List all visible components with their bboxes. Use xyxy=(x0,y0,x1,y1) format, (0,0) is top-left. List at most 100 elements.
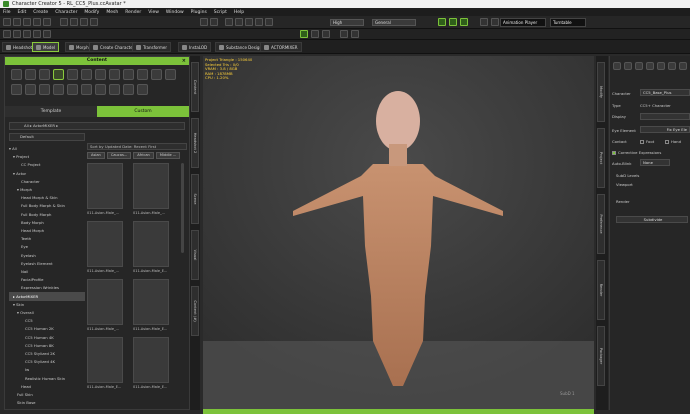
rotate-icon[interactable] xyxy=(80,18,88,26)
modify-icon-7[interactable] xyxy=(679,62,687,70)
category-icon-14[interactable] xyxy=(25,84,36,95)
toggle-icon-e[interactable] xyxy=(351,30,359,38)
hand-check-icon[interactable] xyxy=(665,140,669,144)
filter-chip[interactable]: African xyxy=(133,152,154,159)
tool-icon-a[interactable] xyxy=(3,30,11,38)
modify-icon-6[interactable] xyxy=(668,62,676,70)
category-icon-10[interactable] xyxy=(137,69,148,80)
category-icon-17[interactable] xyxy=(67,84,78,95)
tool-icon-c[interactable] xyxy=(23,30,31,38)
camera-icon[interactable] xyxy=(225,18,233,26)
vtab-project[interactable]: Project xyxy=(597,128,605,188)
foot-check-icon[interactable] xyxy=(640,140,644,144)
view-icon-4[interactable] xyxy=(480,18,488,26)
import-icon[interactable] xyxy=(33,18,41,26)
menu-window[interactable]: Window xyxy=(166,10,184,15)
model-button[interactable]: Model xyxy=(32,42,60,52)
modify-icon-4[interactable] xyxy=(646,62,654,70)
modify-icon-1[interactable] xyxy=(613,62,621,70)
actormixer-button[interactable]: ACTORMIXER xyxy=(260,42,302,52)
tab-custom[interactable]: Custom xyxy=(97,106,189,117)
view-icon-5[interactable] xyxy=(491,18,499,26)
corrective-checkbox[interactable]: Corrective Expressions xyxy=(612,150,661,155)
tool-icon-e[interactable] xyxy=(43,30,51,38)
3d-viewport[interactable] xyxy=(203,56,594,410)
modify-icon-5[interactable] xyxy=(657,62,665,70)
category-icon-11[interactable] xyxy=(151,69,162,80)
quality-dropdown[interactable]: High xyxy=(330,19,364,26)
category-icon-2[interactable] xyxy=(25,69,36,80)
select-icon[interactable] xyxy=(60,18,68,26)
category-icon-1[interactable] xyxy=(11,69,22,80)
view-icon-3[interactable] xyxy=(460,18,468,26)
category-icon-12[interactable] xyxy=(165,69,176,80)
content-thumbnail[interactable] xyxy=(133,163,169,209)
menu-mesh[interactable]: Mesh xyxy=(106,10,118,15)
menu-character[interactable]: Character xyxy=(55,10,77,15)
filter-chip[interactable]: Middle ... xyxy=(155,152,181,159)
category-icon-21[interactable] xyxy=(123,84,134,95)
filter-chip[interactable]: Caucas... xyxy=(106,152,132,159)
light-icon[interactable] xyxy=(235,18,243,26)
corrective-check-icon[interactable] xyxy=(612,151,616,155)
menu-render[interactable]: Render xyxy=(125,10,141,15)
content-scrollbar[interactable] xyxy=(181,163,184,253)
move-icon[interactable] xyxy=(70,18,78,26)
category-icon-19[interactable] xyxy=(95,84,106,95)
new-icon[interactable] xyxy=(3,18,11,26)
category-icon-3[interactable] xyxy=(39,69,50,80)
create-character-button[interactable]: Create Character xyxy=(89,42,139,52)
vtab-content-[interactable]: Content (#) xyxy=(191,286,199,336)
category-icon-22[interactable] xyxy=(137,84,148,95)
modify-icon-2[interactable] xyxy=(624,62,632,70)
menu-create[interactable]: Create xyxy=(33,10,48,15)
tab-template[interactable]: Template xyxy=(5,106,97,117)
category-icon-13[interactable] xyxy=(11,84,22,95)
category-icon-9[interactable] xyxy=(123,69,134,80)
vtab-packager[interactable]: Packager xyxy=(597,326,605,386)
redo-icon[interactable] xyxy=(210,18,218,26)
vtab-scene[interactable]: Scene xyxy=(191,174,199,224)
category-icon-8[interactable] xyxy=(109,69,120,80)
turntable-button[interactable]: Turntable xyxy=(550,18,586,27)
category-icon-4[interactable] xyxy=(53,69,64,80)
content-thumbnail[interactable] xyxy=(133,279,169,325)
menu-file[interactable]: File xyxy=(3,10,11,15)
tree-item[interactable]: Skin Base xyxy=(9,398,85,407)
category-icon-16[interactable] xyxy=(53,84,64,95)
tool-icon-b[interactable] xyxy=(13,30,21,38)
save-icon[interactable] xyxy=(23,18,31,26)
content-thumbnail[interactable] xyxy=(87,221,123,267)
grid-icon[interactable] xyxy=(245,18,253,26)
filter-chip[interactable]: Asian xyxy=(87,152,105,159)
close-icon[interactable]: × xyxy=(182,57,186,65)
vtab-visual[interactable]: Visual xyxy=(191,230,199,280)
category-icon-5[interactable] xyxy=(67,69,78,80)
modify-icon-3[interactable] xyxy=(635,62,643,70)
toggle-icon-c[interactable] xyxy=(322,30,330,38)
category-icon-6[interactable] xyxy=(81,69,92,80)
category-icon-20[interactable] xyxy=(109,84,120,95)
category-icon-15[interactable] xyxy=(39,84,50,95)
menu-modify[interactable]: Modify xyxy=(84,10,99,15)
category-icon-18[interactable] xyxy=(81,84,92,95)
vtab-content[interactable]: Content xyxy=(191,62,199,112)
view-icon-1[interactable] xyxy=(438,18,446,26)
instalod-button[interactable]: InstaLOD xyxy=(178,42,212,52)
content-thumbnail[interactable] xyxy=(87,279,123,325)
wire-icon[interactable] xyxy=(255,18,263,26)
display-dropdown[interactable] xyxy=(640,113,690,120)
vtab-headshot-2[interactable]: Headshot 2 xyxy=(191,118,199,168)
content-thumbnail[interactable] xyxy=(133,337,169,383)
sort-dropdown[interactable]: Sort by Updated Date: Recent First xyxy=(87,143,187,150)
menu-view[interactable]: View xyxy=(148,10,159,15)
undo-icon[interactable] xyxy=(200,18,208,26)
scale-icon[interactable] xyxy=(90,18,98,26)
preset-dropdown[interactable]: General xyxy=(372,19,416,26)
vtab-render[interactable]: Render xyxy=(597,260,605,320)
eye-element-button[interactable]: Fix Eye Ele xyxy=(640,126,690,133)
hand-checkbox[interactable]: Hand xyxy=(665,139,681,144)
menu-plugins[interactable]: Plugins xyxy=(191,10,207,15)
menu-edit[interactable]: Edit xyxy=(18,10,27,15)
breadcrumb[interactable]: All ▸ ActorMIXER ▸ xyxy=(9,122,185,130)
